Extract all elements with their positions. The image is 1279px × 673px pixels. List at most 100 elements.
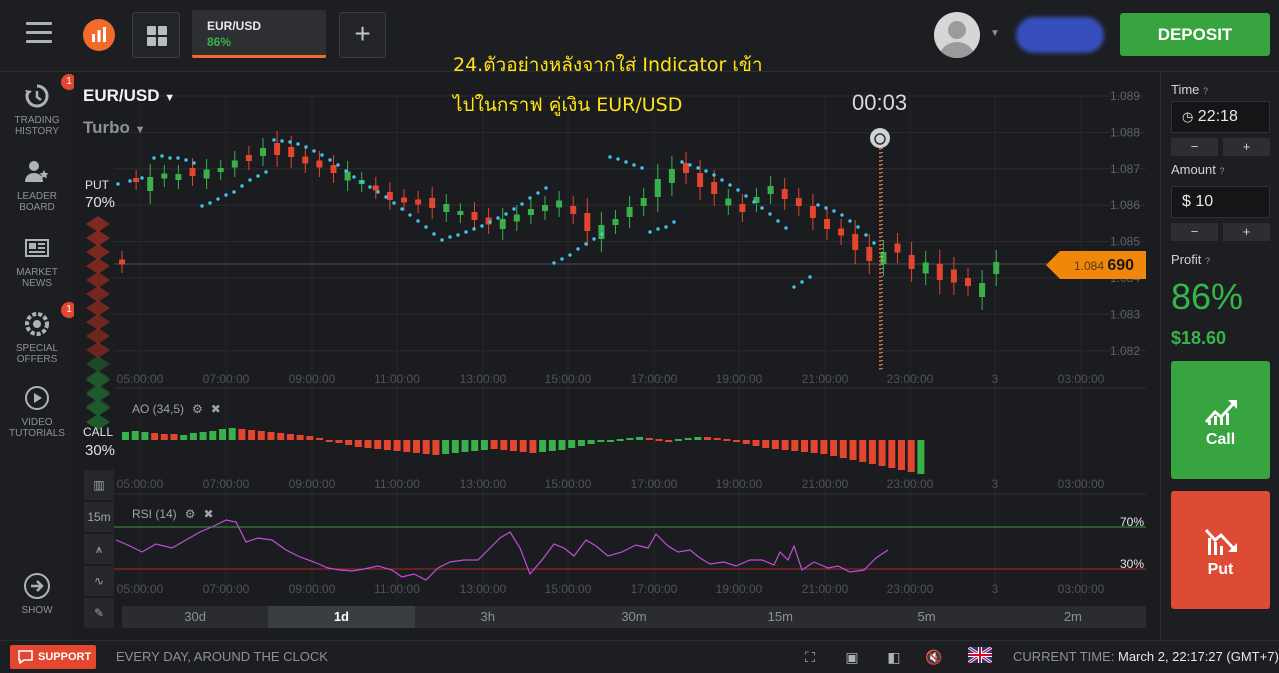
ao-bar <box>742 440 750 444</box>
asset-tab-eurusd[interactable]: EUR/USD 86% <box>192 10 326 58</box>
sidebar-show-button[interactable]: SHOW <box>0 572 74 616</box>
ao-bar <box>636 437 644 440</box>
pencil-icon[interactable]: ✎ <box>84 598 114 628</box>
ao-bar <box>898 440 905 470</box>
candle-body <box>189 168 196 176</box>
help-icon[interactable]: ? <box>1205 256 1210 266</box>
close-icon[interactable]: ✖ <box>211 402 221 416</box>
candle-body <box>274 143 281 155</box>
candle-body <box>415 199 422 205</box>
candle-body <box>668 169 675 183</box>
candle-body <box>302 156 309 164</box>
sar-dot <box>800 280 804 284</box>
ao-bar <box>791 440 799 451</box>
sar-dot <box>680 160 684 164</box>
candle-body <box>527 209 534 215</box>
support-label: SUPPORT <box>38 651 92 663</box>
sar-dot <box>248 178 252 182</box>
ao-bar <box>626 438 634 440</box>
ao-bar <box>490 440 498 449</box>
candle-body <box>513 214 520 222</box>
time-increase-button[interactable]: + <box>1223 138 1270 156</box>
ao-bar <box>548 440 556 451</box>
sar-dot <box>208 201 212 205</box>
language-flag-icon[interactable] <box>967 645 993 667</box>
call-button[interactable]: Call <box>1171 361 1270 479</box>
support-button[interactable]: SUPPORT <box>10 645 96 669</box>
expiry-time-field[interactable]: ◷ 22:18 <box>1171 101 1270 133</box>
time-decrease-button[interactable]: − <box>1171 138 1218 156</box>
pair-label: EUR/USD <box>83 86 160 105</box>
amount-increase-button[interactable]: + <box>1223 223 1270 241</box>
price-chart[interactable]: 1.089 1.088 1.087 1.086 1.085 1.084 1.083 1.082… <box>74 72 1160 640</box>
ao-bar <box>859 440 867 462</box>
pair-selector[interactable]: EUR/USD ▼ <box>83 86 175 106</box>
amount-decrease-button[interactable]: − <box>1171 223 1218 241</box>
time-tick-label: 21:00:00 <box>802 372 849 386</box>
drawing-tool-icon[interactable]: ⩚ <box>84 534 114 564</box>
sidebar-item-label: LEADER BOARD <box>16 191 57 213</box>
asset-grid-button[interactable] <box>132 12 180 58</box>
sar-dot <box>736 188 740 192</box>
add-asset-button[interactable]: + <box>339 12 386 58</box>
period-tab-3h[interactable]: 3h <box>415 606 561 628</box>
ao-bar <box>141 432 149 440</box>
help-icon[interactable]: ? <box>1203 86 1208 96</box>
deposit-button[interactable]: DEPOSIT <box>1120 13 1270 56</box>
current-price-value: 1.084 690 <box>1074 257 1134 275</box>
put-button[interactable]: Put <box>1171 491 1270 609</box>
gear-icon[interactable]: ⚙ <box>192 402 203 416</box>
help-icon[interactable]: ? <box>1219 166 1224 176</box>
sidebar-item-market-news[interactable]: MARKET NEWS <box>0 234 74 289</box>
sar-dot <box>528 196 532 200</box>
brand-logo[interactable] <box>83 19 115 51</box>
ao-bar <box>500 440 508 450</box>
time-stepper: − + <box>1171 138 1270 156</box>
sar-dot <box>440 238 444 242</box>
candle-body <box>231 160 238 168</box>
sar-dot <box>784 226 788 230</box>
period-tab-1d[interactable]: 1d <box>268 606 415 628</box>
period-tab-2m[interactable]: 2m <box>1000 606 1146 628</box>
sidebar-item-leader-board[interactable]: LEADER BOARD <box>0 158 74 213</box>
chart-area[interactable]: 1.089 1.088 1.087 1.086 1.085 1.084 1.083 1.082… <box>74 72 1160 640</box>
candle-body <box>838 228 845 236</box>
period-tab-30d[interactable]: 30d <box>122 606 268 628</box>
ao-bar <box>839 440 847 458</box>
theme-icon[interactable]: ◧ <box>884 647 904 667</box>
ao-bar <box>209 431 217 440</box>
sar-dot <box>312 149 316 153</box>
trend-up-icon <box>1204 400 1237 425</box>
amount-field[interactable]: $ 10 <box>1171 186 1270 218</box>
sidebar-item-label: SPECIAL OFFERS <box>15 343 59 365</box>
mode-selector[interactable]: Turbo ▼ <box>83 118 146 138</box>
gear-icon[interactable]: ⚙ <box>185 507 196 521</box>
mute-icon[interactable]: 🔇 <box>924 647 944 667</box>
time-label: Time ? <box>1171 82 1208 97</box>
ratio-segment <box>86 386 110 402</box>
sidebar-item-trading-history[interactable]: 1 TRADING HISTORY <box>0 74 77 137</box>
trend-down-icon <box>1204 528 1237 555</box>
price-tick-label: 1.087 <box>1110 162 1140 176</box>
period-tab-30m[interactable]: 30m <box>561 606 707 628</box>
close-icon[interactable]: ✖ <box>203 507 213 521</box>
sidebar-item-video-tutorials[interactable]: VIDEO TUTORIALS <box>0 384 74 439</box>
sar-dot <box>592 237 596 241</box>
sar-dot <box>840 213 844 217</box>
fullscreen-icon[interactable]: ⛶ <box>800 647 820 667</box>
menu-icon[interactable] <box>26 22 52 44</box>
sar-dot <box>808 275 812 279</box>
interval-button[interactable]: 15m <box>84 502 114 532</box>
chart-type-icon[interactable]: ▥ <box>84 470 114 500</box>
sar-dot <box>848 219 852 223</box>
sar-dot <box>608 155 612 159</box>
indicators-icon[interactable]: ∿ <box>84 566 114 596</box>
avatar[interactable] <box>934 12 980 58</box>
period-tab-5m[interactable]: 5m <box>853 606 999 628</box>
sidebar-item-special-offers[interactable]: 1 SPECIAL OFFERS <box>0 302 77 365</box>
chevron-down-icon[interactable]: ▼ <box>990 28 1000 39</box>
ao-bar <box>286 434 294 440</box>
period-tab-15m[interactable]: 15m <box>707 606 853 628</box>
layout-icon[interactable]: ▣ <box>842 647 862 667</box>
candle-body <box>330 165 337 173</box>
